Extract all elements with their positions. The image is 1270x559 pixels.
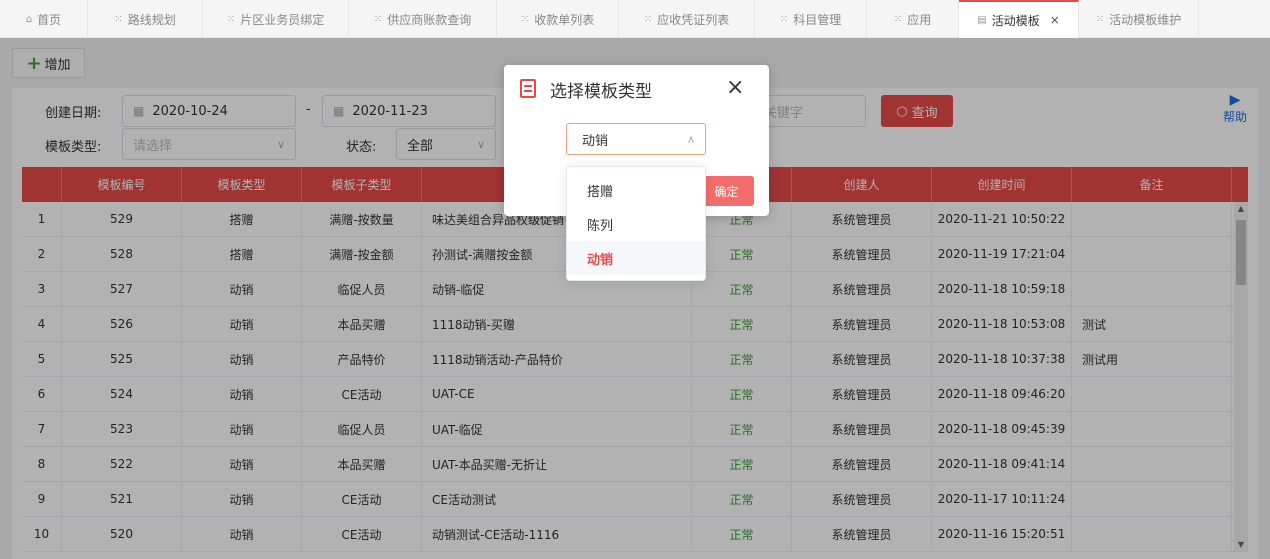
tab-label: 活动模板维护 xyxy=(1109,12,1182,27)
chevron-up-icon: ∧ xyxy=(686,132,695,146)
grid-icon: ⁙ xyxy=(1095,13,1105,25)
tab-label: 路线规划 xyxy=(127,12,176,27)
grid-icon: ⁙ xyxy=(779,13,789,25)
tab-label: 活动模板 xyxy=(991,13,1040,28)
tab-label: 收款单列表 xyxy=(534,12,595,27)
dialog-select-value: 动销 xyxy=(582,133,609,149)
template-type-dialog-select[interactable]: 动销 ∧ xyxy=(566,123,706,155)
tab-label: 首页 xyxy=(37,12,62,27)
tab-1[interactable]: ⁙ 路线规划 xyxy=(88,0,203,38)
grid-icon: ⁙ xyxy=(520,13,530,25)
tab-3[interactable]: ⁙ 供应商账款查询 xyxy=(349,0,497,38)
tab-label: 片区业务员绑定 xyxy=(240,12,325,27)
grid-icon: ⁙ xyxy=(893,13,903,25)
tab-bar: ⌂ 首页 ⁙ 路线规划 ⁙ 片区业务员绑定 ⁙ 供应商账款查询 ⁙ 收款单列表 ⁙ 应收凭证列表 ⁙ 科目… xyxy=(0,0,1270,38)
close-icon[interactable]: × xyxy=(1050,13,1060,27)
tab-label: 科目管理 xyxy=(793,12,842,27)
tab-label: 应用 xyxy=(907,12,932,27)
grid-icon: ⁙ xyxy=(226,13,236,25)
tab-8[interactable]: ▤ 活动模板 × xyxy=(959,0,1079,38)
tab-9[interactable]: ⁙ 活动模板维护 xyxy=(1079,0,1199,38)
close-icon[interactable]: × xyxy=(726,75,744,101)
tab-7[interactable]: ⁙ 应用 xyxy=(867,0,959,38)
tab-5[interactable]: ⁙ 应收凭证列表 xyxy=(619,0,755,38)
dropdown-option[interactable]: 动销 xyxy=(567,241,705,275)
tab-6[interactable]: ⁙ 科目管理 xyxy=(755,0,867,38)
tab-0[interactable]: ⌂ 首页 xyxy=(0,0,88,38)
tab-label: 应收凭证列表 xyxy=(657,12,730,27)
tab-2[interactable]: ⁙ 片区业务员绑定 xyxy=(203,0,349,38)
grid-icon: ⁙ xyxy=(373,13,383,25)
dropdown-option[interactable]: 搭赠 xyxy=(567,173,705,207)
grid-icon: ⁙ xyxy=(114,13,123,25)
document-icon xyxy=(520,79,536,98)
grid-icon: ⁙ xyxy=(643,13,653,25)
confirm-button[interactable]: 确定 xyxy=(699,176,754,206)
dialog-title: 选择模板类型 xyxy=(550,82,652,102)
document-icon: ▤ xyxy=(977,14,987,26)
template-type-dropdown: 搭赠 陈列 动销 xyxy=(566,166,706,281)
dropdown-option[interactable]: 陈列 xyxy=(567,207,705,241)
home-icon: ⌂ xyxy=(25,13,33,25)
tab-4[interactable]: ⁙ 收款单列表 xyxy=(497,0,619,38)
tab-label: 供应商账款查询 xyxy=(387,12,472,27)
